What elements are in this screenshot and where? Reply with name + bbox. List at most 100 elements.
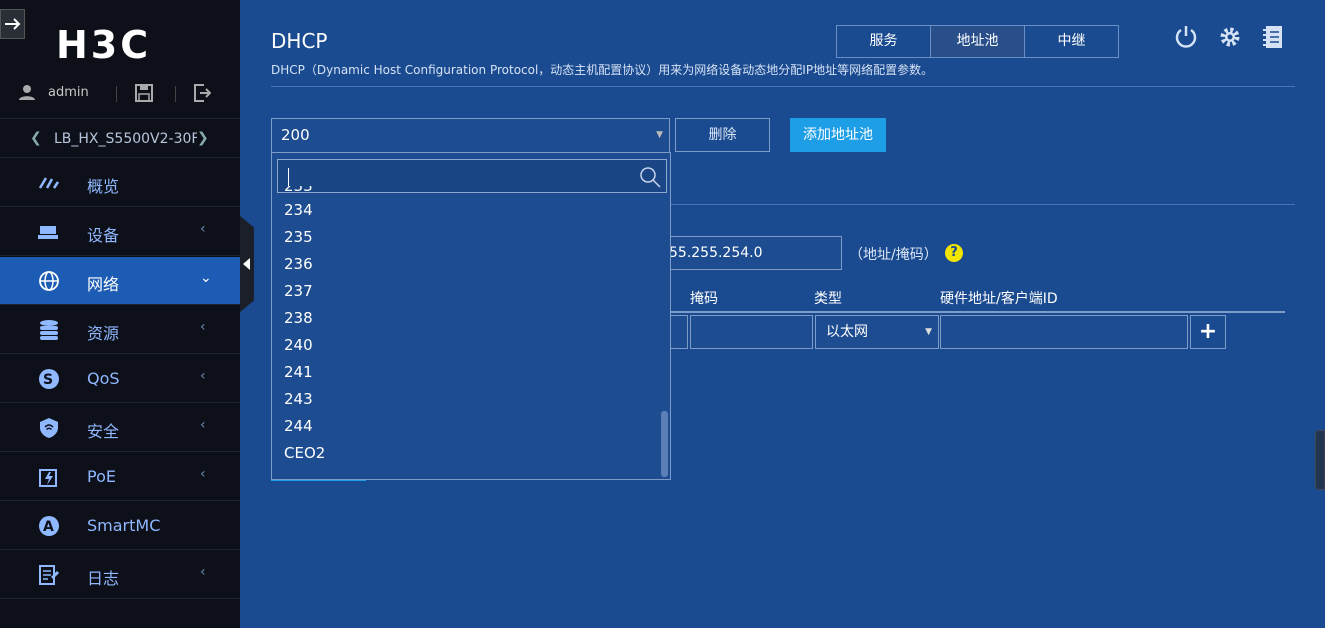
nav-item-device[interactable]: 设备 ‹ (0, 208, 240, 256)
poe-icon (38, 466, 60, 488)
svg-text:H3C: H3C (56, 27, 151, 63)
svg-text:S: S (43, 372, 53, 388)
nav-item-poe[interactable]: PoE ‹ (0, 453, 240, 501)
dropdown-scrollbar[interactable] (661, 411, 668, 477)
mask-field[interactable] (690, 315, 813, 349)
chevron-left-icon[interactable]: ❮ (30, 130, 42, 146)
nav-item-log[interactable]: 日志 ‹ (0, 551, 240, 599)
search-icon (639, 166, 661, 192)
h3c-logo: H3C (56, 23, 186, 67)
qos-icon: S (38, 368, 60, 390)
log-icon (38, 564, 60, 586)
nav-item-qos[interactable]: S QoS ‹ (0, 355, 240, 403)
nav-label: 日志 (87, 569, 120, 588)
nav-label: 安全 (87, 422, 120, 441)
tab-bar: 服务 地址池 中继 (836, 25, 1119, 58)
smartmc-icon: A (38, 515, 60, 537)
column-header: 类型 (814, 291, 842, 307)
page-description: DHCP（Dynamic Host Configuration Protocol… (271, 63, 934, 77)
user-row: admin (0, 80, 240, 108)
nav-item-network[interactable]: 网络 ⌄ (0, 257, 240, 305)
nav-label: 网络 (87, 275, 120, 294)
dropdown-option[interactable]: 238 (272, 305, 662, 332)
globe-icon (38, 270, 60, 292)
chevron-left-icon: ‹ (200, 319, 206, 335)
dropdown-option-partial[interactable]: 233 (284, 186, 313, 197)
nav-label: 资源 (87, 324, 120, 343)
dropdown-option[interactable]: 241 (272, 359, 662, 386)
dropdown-option[interactable]: CEO2 (272, 440, 662, 467)
dropdown-option[interactable]: 240 (272, 332, 662, 359)
column-header: 掩码 (690, 291, 718, 307)
chevron-left-icon: ‹ (200, 368, 206, 384)
dropdown-option[interactable]: 244 (272, 413, 662, 440)
shield-icon (38, 417, 60, 439)
divider (660, 311, 1285, 313)
nav-label: SmartMC (87, 516, 161, 535)
arrow-right-icon (4, 18, 20, 30)
chevron-right-icon[interactable]: ❯ (197, 130, 209, 146)
save-icon[interactable] (135, 84, 153, 106)
caret-left-icon (243, 258, 250, 270)
nav-label: QoS (87, 369, 120, 388)
add-pool-button[interactable]: 添加地址池 (790, 118, 886, 152)
top-toolbar (1174, 25, 1294, 51)
nav-item-security[interactable]: 安全 ‹ (0, 404, 240, 452)
dropdown-option[interactable]: 236 (272, 251, 662, 278)
device-switcher: ❮ LB_HX_S5500V2-30F. ❯ (0, 118, 240, 158)
divider (175, 86, 176, 102)
dropdown-option[interactable]: 234 (272, 197, 662, 224)
network-mask-input[interactable]: 55.255.254.0 (660, 236, 842, 270)
dropdown-option[interactable]: 237 (272, 278, 662, 305)
device-icon (38, 221, 60, 243)
pool-dropdown: 233 234 235 236 237 238 240 241 243 244 … (271, 152, 671, 480)
caret-down-icon: ▼ (656, 130, 663, 140)
chevron-left-icon: ‹ (200, 221, 206, 237)
selected-pool: 200 (281, 126, 310, 144)
tab-relay[interactable]: 中继 (1025, 26, 1118, 57)
page-title: DHCP (271, 29, 328, 53)
side-widget[interactable] (1315, 430, 1325, 490)
user-icon (19, 84, 35, 104)
divider (271, 86, 1295, 87)
collapse-sidebar-button[interactable] (0, 9, 25, 39)
delete-button[interactable]: 删除 (675, 118, 770, 152)
dropdown-search-input[interactable] (277, 159, 667, 193)
address-pool-select[interactable]: 200 ▼ (271, 118, 670, 153)
column-header: 硬件地址/客户端ID (940, 291, 1058, 307)
chevron-left-icon: ‹ (200, 564, 206, 580)
hardware-address-field[interactable] (940, 315, 1188, 349)
tab-address-pool[interactable]: 地址池 (931, 26, 1025, 57)
type-value: 以太网 (826, 324, 868, 340)
gear-icon[interactable] (1218, 25, 1242, 53)
nav-item-smartmc[interactable]: A SmartMC (0, 502, 240, 550)
device-name: LB_HX_S5500V2-30F. (54, 131, 197, 147)
nav-label: PoE (87, 467, 116, 486)
logout-icon[interactable] (193, 84, 212, 106)
dropdown-option[interactable]: 243 (272, 386, 662, 413)
chevron-left-icon: ‹ (200, 466, 206, 482)
username: admin (48, 85, 89, 100)
caret-down-icon: ▼ (925, 327, 932, 337)
dropdown-option[interactable]: 235 (272, 224, 662, 251)
nav-item-overview[interactable]: 概览 (0, 159, 240, 207)
sidebar: H3C admin ❮ LB_HX_S5500V2-30F. ❯ 概览 设备 ‹… (0, 0, 240, 628)
divider (116, 86, 117, 102)
mask-hint: （地址/掩码） (849, 247, 938, 263)
sidebar-toggle-handle[interactable] (240, 216, 254, 312)
static-binding-table-header: 掩码 类型 硬件地址/客户端ID (660, 287, 1295, 311)
nav-label: 概览 (87, 177, 120, 196)
dropdown-options: 234 235 236 237 238 240 241 243 244 CEO2 (272, 197, 662, 467)
text-cursor (288, 168, 289, 186)
gauge-icon (38, 172, 60, 194)
nav-item-resource[interactable]: 资源 ‹ (0, 306, 240, 354)
add-row-button[interactable]: + (1190, 315, 1226, 349)
nav-label: 设备 (87, 226, 120, 245)
chevron-down-icon: ⌄ (200, 270, 212, 286)
power-icon[interactable] (1174, 25, 1198, 53)
tab-service[interactable]: 服务 (837, 26, 931, 57)
help-icon[interactable]: ? (945, 244, 963, 262)
database-icon (38, 319, 60, 341)
type-select[interactable]: 以太网 ▼ (815, 315, 939, 349)
notebook-icon[interactable] (1262, 25, 1284, 53)
